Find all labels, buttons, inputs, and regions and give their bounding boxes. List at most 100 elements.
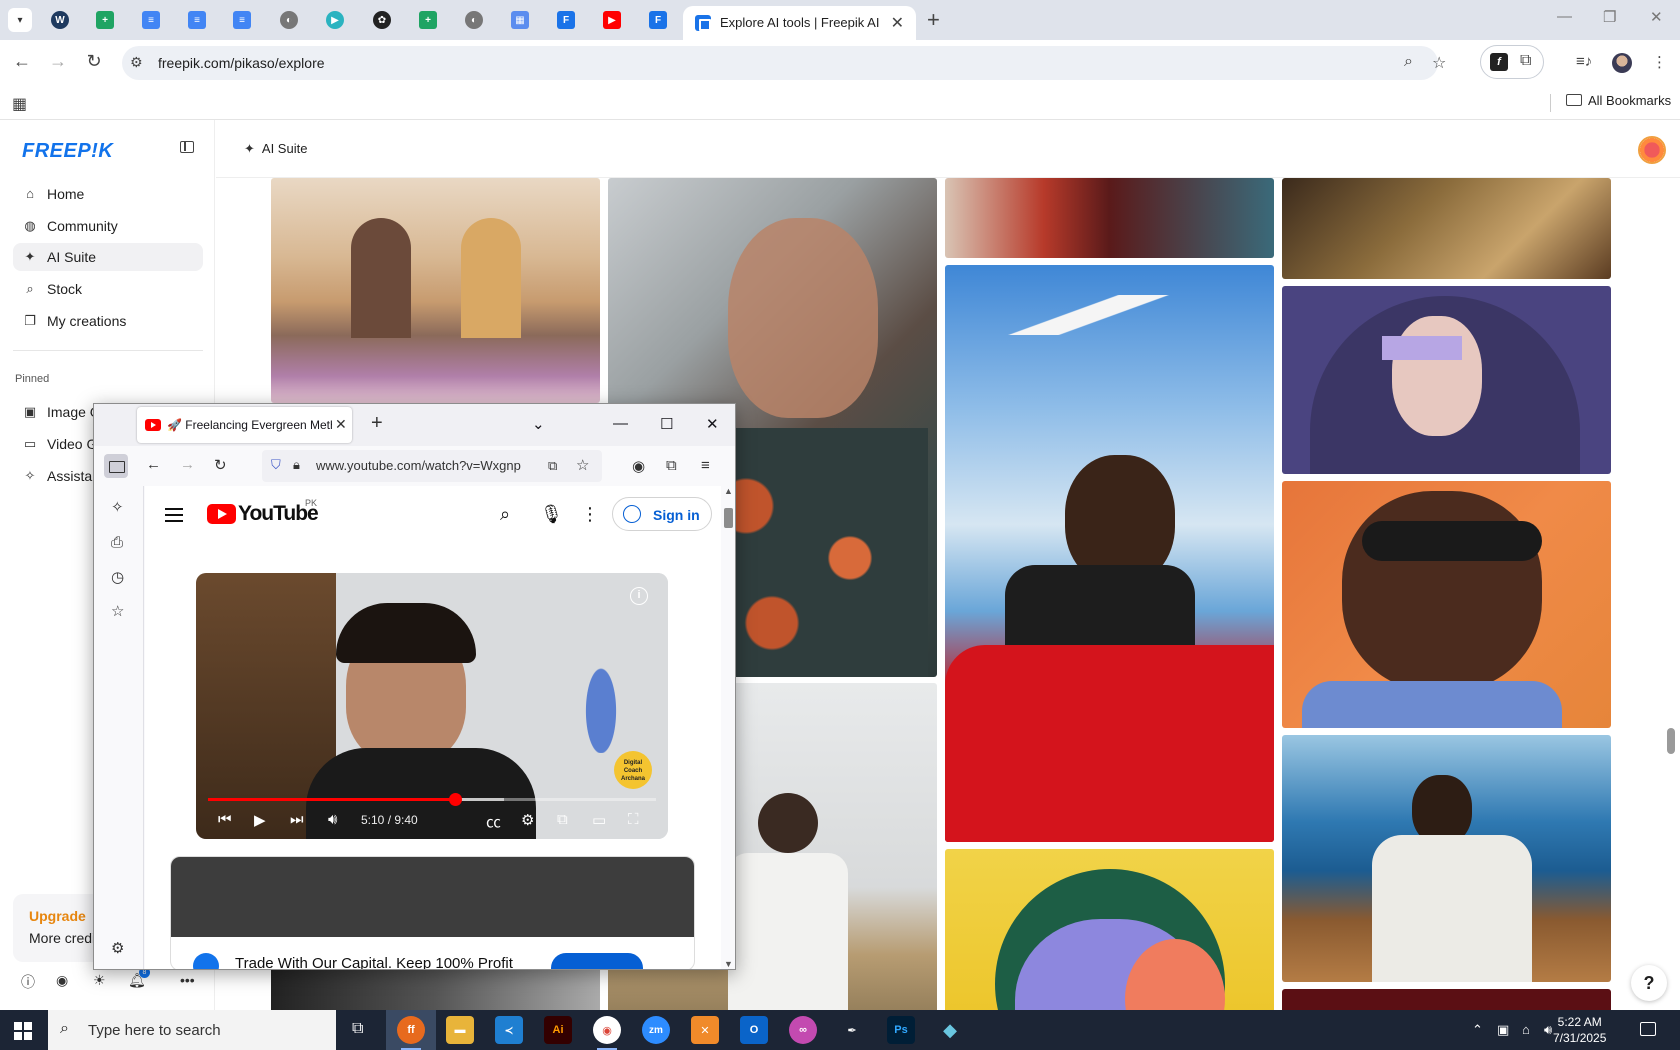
- pinned-tab-5[interactable]: ≡: [233, 11, 251, 29]
- tray-volume-icon[interactable]: 🔊︎: [1544, 1022, 1552, 1038]
- scrollbar-thumb[interactable]: [724, 508, 733, 528]
- chrome-menu-icon[interactable]: ⋮: [1652, 53, 1667, 71]
- new-tab-button[interactable]: +: [927, 7, 940, 33]
- taskbar-firefox-icon[interactable]: ff: [397, 1016, 425, 1050]
- freepik-logo[interactable]: FREEP!K: [22, 140, 113, 163]
- scroll-down-icon[interactable]: ▼: [724, 959, 733, 969]
- ad-card[interactable]: Trade With Our Capital. Keep 100% Profit: [170, 856, 695, 969]
- taskbar-file-explorer-icon[interactable]: ▬: [446, 1016, 474, 1044]
- restore-icon[interactable]: ❐: [1603, 8, 1616, 26]
- extensions-puzzle-icon[interactable]: ⧉: [1520, 52, 1531, 70]
- menu-hamburger-icon[interactable]: [165, 508, 183, 522]
- theater-mode-icon[interactable]: ▭: [592, 811, 606, 829]
- pinned-tab-1[interactable]: W: [51, 11, 69, 29]
- taskbar-outlook-icon[interactable]: O: [740, 1016, 768, 1044]
- gallery-image-man-red-car[interactable]: [945, 265, 1274, 842]
- pinned-tab-4[interactable]: ≡: [188, 11, 206, 29]
- new-tab-button[interactable]: +: [371, 412, 383, 435]
- gallery-image-flower-doorway[interactable]: [271, 178, 600, 403]
- info-icon[interactable]: i: [630, 587, 648, 605]
- search-icon[interactable]: ⌕: [500, 504, 510, 525]
- tray-overflow-icon[interactable]: ⌃: [1472, 1022, 1483, 1038]
- pinned-tab-14[interactable]: F: [649, 11, 667, 29]
- pinned-tab-2[interactable]: +: [96, 11, 114, 29]
- help-circle-icon[interactable]: ⓘ: [21, 972, 35, 992]
- windows-start-icon[interactable]: [14, 1022, 32, 1040]
- nav-my-creations[interactable]: ❐ My creations: [13, 307, 203, 335]
- volume-icon[interactable]: 🔊︎: [328, 811, 337, 828]
- nav-community[interactable]: ◍ Community: [13, 212, 203, 240]
- more-options-icon[interactable]: ⋮: [581, 504, 599, 525]
- captions-icon[interactable]: ㏄: [486, 811, 501, 832]
- more-options-icon[interactable]: •••: [180, 972, 195, 988]
- back-arrow-icon[interactable]: ←: [146, 456, 161, 473]
- pinned-tab-13[interactable]: ▶: [603, 11, 621, 29]
- play-icon[interactable]: ▶: [254, 811, 266, 829]
- bookmarks-star-icon[interactable]: ☆: [111, 602, 124, 620]
- notifications-icon[interactable]: [1640, 1022, 1656, 1036]
- minimize-icon[interactable]: —: [613, 415, 628, 432]
- nav-stock[interactable]: ⌕ Stock: [13, 275, 203, 303]
- user-avatar[interactable]: [1638, 136, 1666, 164]
- pinned-tab-8[interactable]: ✿: [373, 11, 391, 29]
- gallery-image-man-boat[interactable]: [1282, 735, 1611, 982]
- taskbar-clock[interactable]: 5:22 AM 7/31/2025: [1553, 1014, 1606, 1046]
- tray-wifi-icon[interactable]: ⌂: [1522, 1022, 1530, 1037]
- reload-icon[interactable]: ↻: [214, 456, 227, 474]
- tracking-shield-icon[interactable]: ⛉: [271, 457, 281, 473]
- discord-icon[interactable]: ◉: [56, 972, 68, 989]
- tray-network-icon[interactable]: ▣: [1497, 1022, 1509, 1038]
- pinned-tab-9[interactable]: +: [419, 11, 437, 29]
- close-window-icon[interactable]: ✕: [706, 415, 719, 433]
- pinned-tab-3[interactable]: ≡: [142, 11, 160, 29]
- forward-arrow-icon[interactable]: →: [180, 456, 195, 473]
- close-tab-icon[interactable]: ✕: [335, 416, 347, 433]
- gallery-image-visor-woman[interactable]: [1282, 286, 1611, 474]
- sign-in-button[interactable]: Sign in: [612, 497, 712, 531]
- taskbar-creative-cloud-icon[interactable]: ∞: [789, 1016, 817, 1044]
- ad-cta-button[interactable]: [551, 953, 643, 969]
- taskbar-search-box[interactable]: ⌕ Type here to search: [48, 1010, 336, 1050]
- zoom-icon[interactable]: ⌕: [1404, 53, 1413, 71]
- forward-arrow-icon[interactable]: →: [46, 51, 70, 72]
- lock-icon[interactable]: 🔒︎: [293, 457, 300, 473]
- font-extension-icon[interactable]: f: [1490, 53, 1508, 71]
- taskbar-zoom-icon[interactable]: zm: [642, 1016, 670, 1044]
- taskbar-chrome-icon[interactable]: ◉: [593, 1016, 621, 1050]
- gallery-image-red-hair[interactable]: [945, 178, 1274, 258]
- pinned-tab-6[interactable]: ◐: [280, 11, 298, 29]
- taskbar-xampp-icon[interactable]: ✕: [691, 1016, 719, 1044]
- taskbar-app-icon[interactable]: ◆: [936, 1016, 964, 1044]
- video-player[interactable]: Digital Coach Archana i ⏮︎ ▶ ⏭︎ 🔊︎ 5:10 …: [196, 573, 668, 839]
- tab-explore-ai-tools[interactable]: Explore AI tools | Freepik AI ✕: [683, 6, 916, 40]
- tab-youtube-video[interactable]: 🚀 Freelancing Evergreen Meth ✕: [137, 407, 352, 443]
- bookmark-star-icon[interactable]: ☆: [1432, 53, 1446, 73]
- miniplayer-icon[interactable]: ⧉: [557, 811, 568, 828]
- progress-bar[interactable]: [208, 793, 656, 806]
- bookmark-star-icon[interactable]: ☆: [576, 456, 589, 474]
- taskbar-vscode-icon[interactable]: ≺: [495, 1016, 523, 1044]
- pinned-tab-12[interactable]: F: [557, 11, 575, 29]
- youtube-scrollbar[interactable]: ▲ ▼: [721, 486, 735, 969]
- address-bar[interactable]: ⚙ freepik.com/pikaso/explore ⌕ ☆: [122, 46, 1446, 80]
- site-settings-icon[interactable]: ⚙: [130, 54, 143, 71]
- gallery-image-illustrated-face[interactable]: [945, 849, 1274, 1010]
- history-clock-icon[interactable]: ◷: [111, 568, 124, 586]
- media-controls-icon[interactable]: ≡♪: [1576, 53, 1592, 70]
- apps-grid-icon[interactable]: ▦: [12, 94, 27, 114]
- minimize-icon[interactable]: —: [1557, 8, 1572, 25]
- page-scrollbar-thumb[interactable]: [1667, 728, 1675, 754]
- reload-icon[interactable]: ↻: [82, 51, 106, 72]
- settings-gear-icon[interactable]: ⚙: [521, 811, 534, 829]
- sidebar-toggle-icon[interactable]: [104, 454, 128, 478]
- pinned-tab-10[interactable]: ◐: [465, 11, 483, 29]
- gallery-image-sunglasses-woman[interactable]: [1282, 481, 1611, 728]
- pinned-tab-11[interactable]: ▦: [511, 11, 529, 29]
- nav-ai-suite[interactable]: ✦ AI Suite: [13, 243, 203, 271]
- theme-sun-icon[interactable]: ☀: [93, 972, 106, 989]
- extensions-puzzle-icon[interactable]: ⧉: [666, 457, 677, 474]
- synced-tabs-icon[interactable]: ⎙: [111, 534, 123, 551]
- collapse-sidebar-icon[interactable]: [180, 141, 194, 153]
- firefox-address-bar[interactable]: ⛉ 🔒︎ www.youtube.com/watch?v=Wxgnp ⧉ ☆: [262, 450, 602, 482]
- settings-gear-icon[interactable]: ⚙: [111, 939, 124, 957]
